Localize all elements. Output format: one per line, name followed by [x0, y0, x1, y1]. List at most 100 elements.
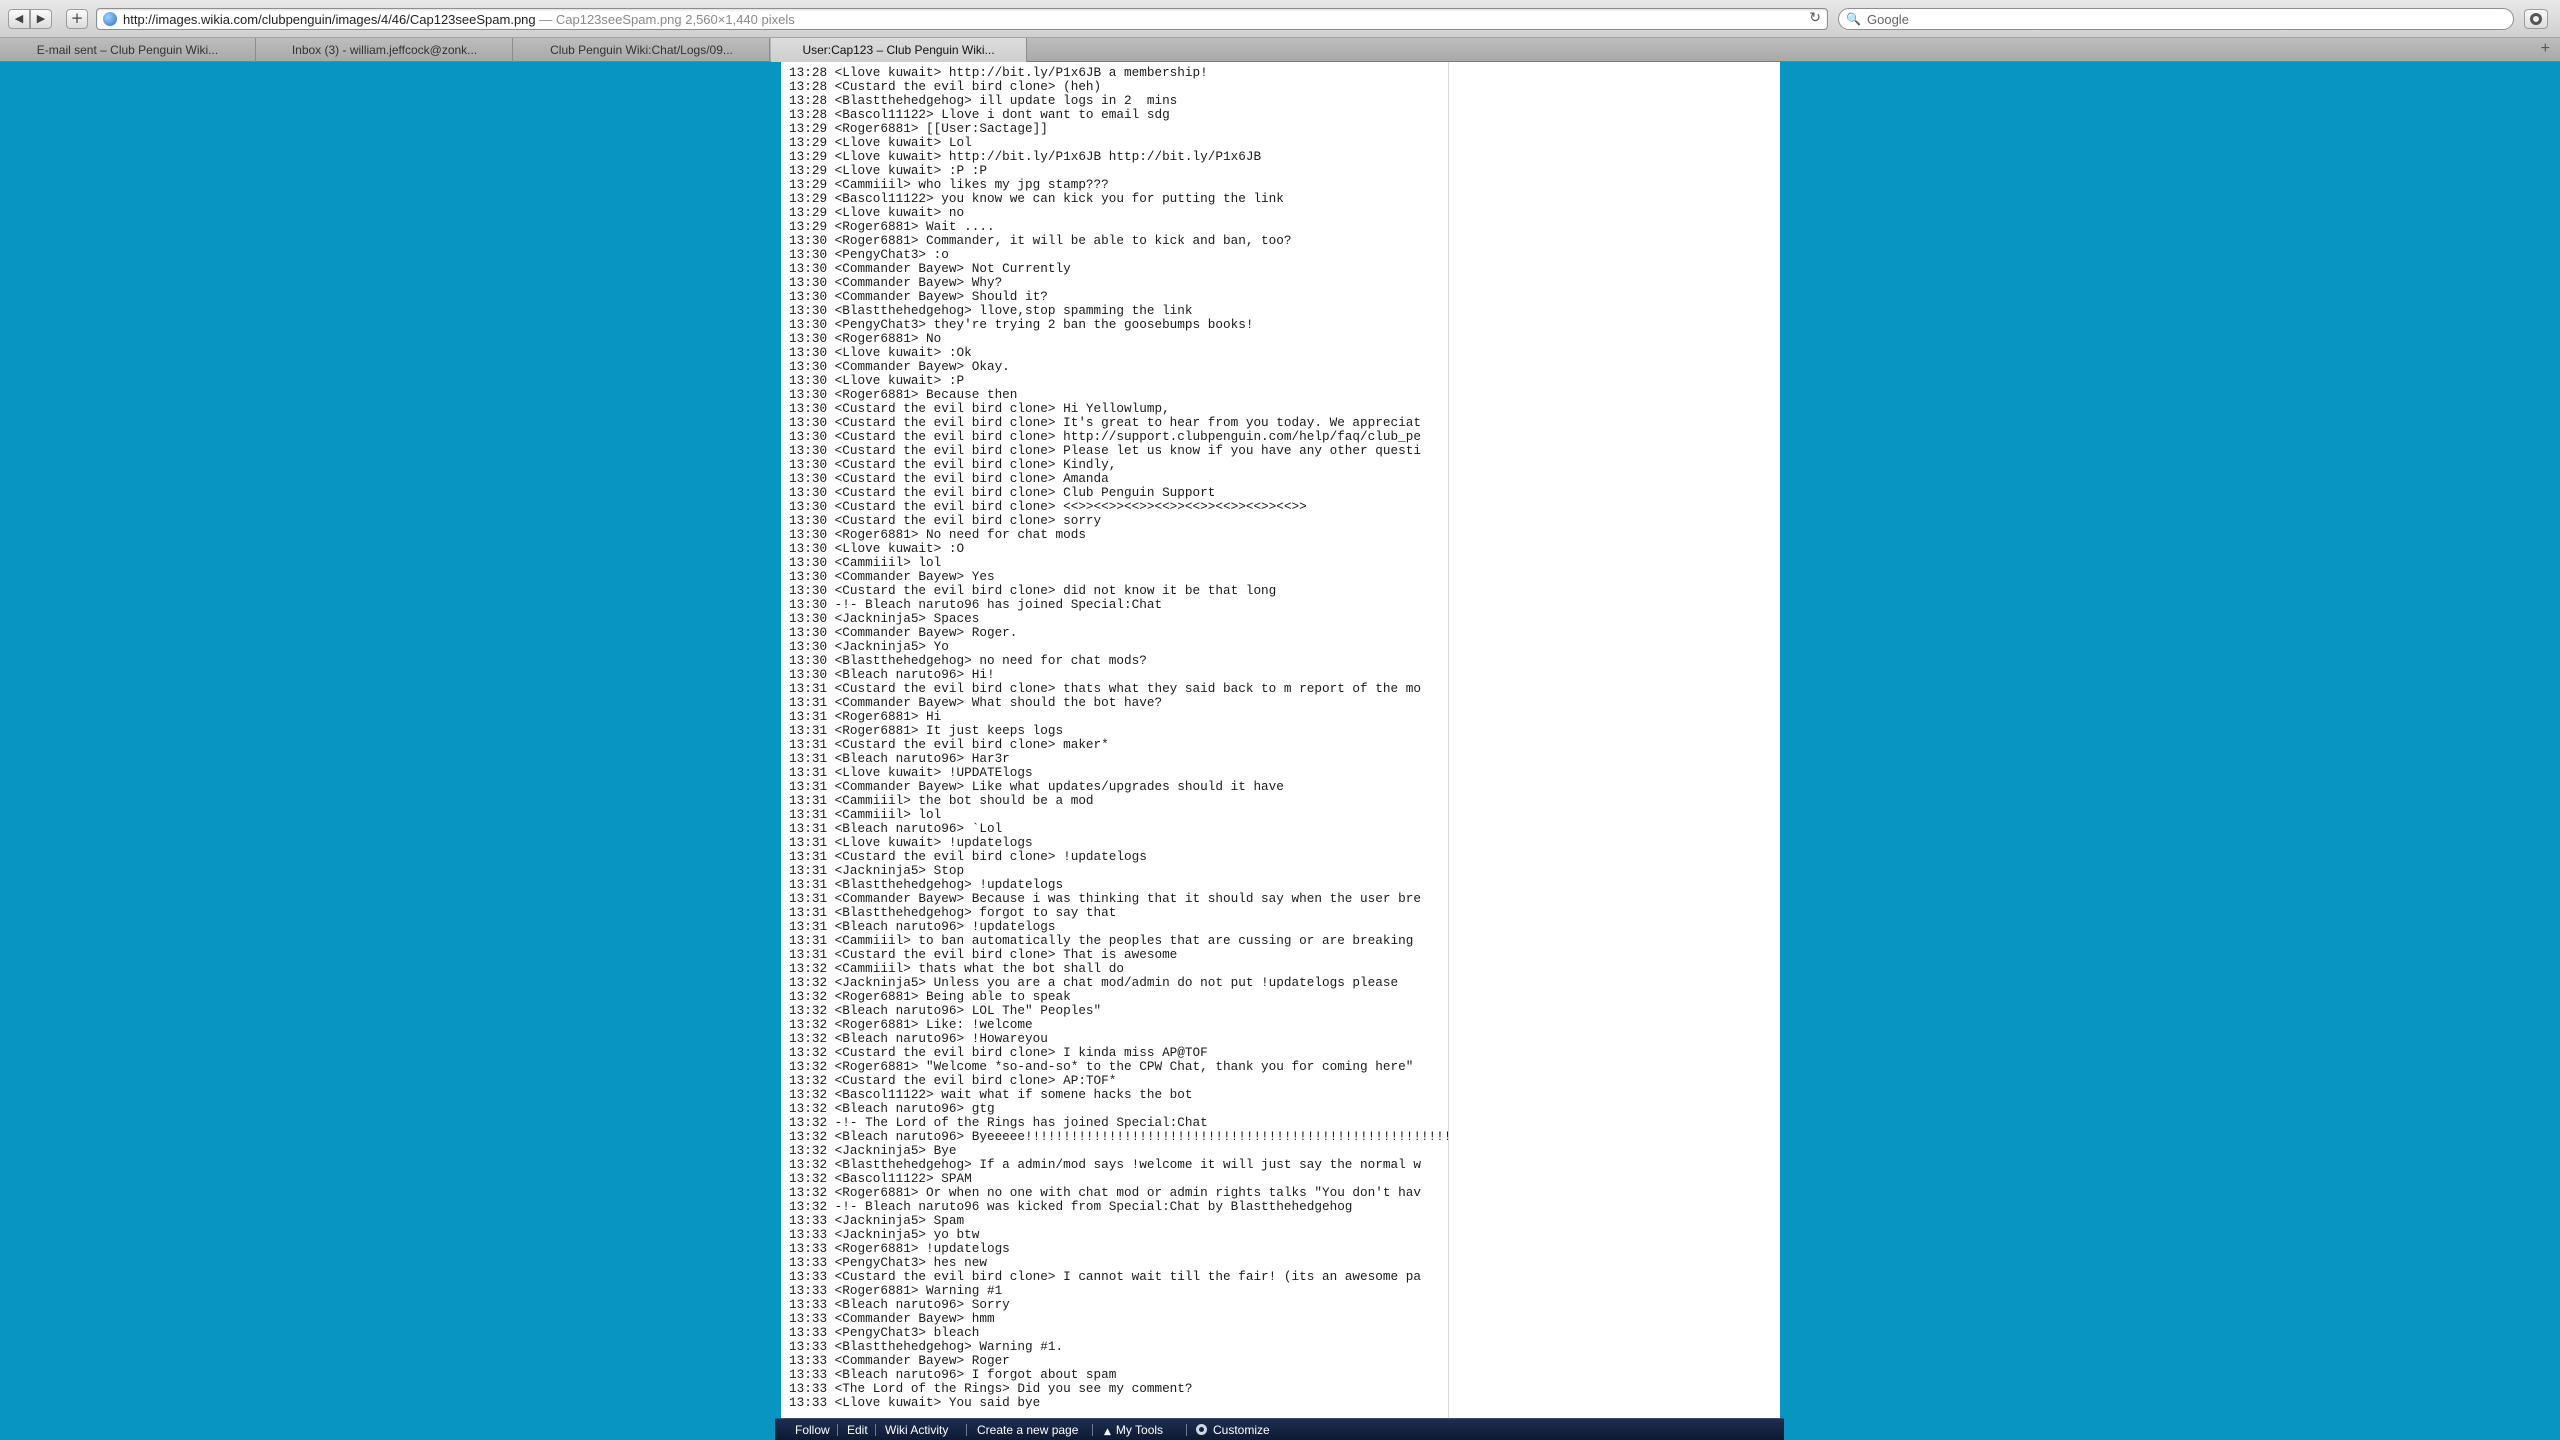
chat-log-line: 13:30 <Commander Bayew> Should it? — [789, 289, 1048, 304]
follow-link[interactable]: Follow — [795, 1419, 830, 1440]
chat-log-line: 13:30 <Llove kuwait> :P — [789, 373, 965, 388]
chat-log-line: 13:30 <Commander Bayew> Yes — [789, 569, 995, 584]
chat-log-line: 13:29 <Llove kuwait> :P :P — [789, 163, 987, 178]
chat-log-line: 13:30 <Bleach naruto96> Hi! — [789, 667, 995, 682]
chat-log-line: 13:30 <Commander Bayew> Why? — [789, 275, 1003, 290]
chat-log-line: 13:30 <Cammiiil> lol — [789, 555, 942, 570]
chat-log-line: 13:30 <Commander Bayew> Not Currently — [789, 261, 1071, 276]
back-button[interactable]: ◀ — [8, 9, 30, 29]
tab-add-icon[interactable]: + — [2541, 40, 2550, 58]
edit-link[interactable]: Edit — [847, 1419, 868, 1440]
chat-log-line: 13:32 <Bascol11122> wait what if somene … — [789, 1087, 1193, 1102]
chat-log-line: 13:33 <Roger6881> !updatelogs — [789, 1241, 1010, 1256]
chat-log-line: 13:31 <Blastthehedgehog> !updatelogs — [789, 877, 1064, 892]
chat-log-line: 13:31 <Roger6881> Hi — [789, 709, 942, 724]
chat-log-line: 13:29 <Bascol11122> you know we can kick… — [789, 191, 1284, 206]
chat-log-line: 13:30 <Blastthehedgehog> llove,stop spam… — [789, 303, 1193, 318]
chat-log-line: 13:31 <Custard the evil bird clone> make… — [789, 737, 1109, 752]
chat-log-line: 13:33 <PengyChat3> hes new — [789, 1255, 987, 1270]
chat-log-line: 13:31 <Custard the evil bird clone> !upd… — [789, 849, 1147, 864]
my-tools-label: My Tools — [1115, 1423, 1164, 1437]
search-icon: 🔍 — [1846, 12, 1861, 26]
chat-log-line: 13:30 <Jackninja5> Yo — [789, 639, 949, 654]
chat-log-line: 13:32 <Custard the evil bird clone> AP:T… — [789, 1073, 1117, 1088]
chat-log-line: 13:32 <Bleach naruto96> LOL The" Peoples… — [789, 1003, 1102, 1018]
wiki-activity-link[interactable]: Wiki Activity — [885, 1419, 948, 1440]
chat-log-line: 13:32 <Cammiiil> thats what the bot shal… — [789, 961, 1125, 976]
chat-log-line: 13:29 <Llove kuwait> no — [789, 205, 965, 220]
chat-log-line: 13:28 <Llove kuwait> http://bit.ly/P1x6J… — [789, 65, 1208, 80]
chat-log-line: 13:30 <Custard the evil bird clone> http… — [789, 429, 1421, 444]
chat-log-line: 13:33 <Llove kuwait> You said bye — [789, 1395, 1041, 1410]
tab-chat-logs[interactable]: Club Penguin Wiki:Chat/Logs/09... — [514, 38, 770, 62]
gear-icon — [1196, 1424, 1207, 1435]
chat-log-line: 13:30 -!- Bleach naruto96 has joined Spe… — [789, 597, 1163, 612]
chat-log-panel: 13:28 <Llove kuwait> !d13:28 <Llove kuwa… — [781, 62, 1449, 1418]
toolbar-divider — [837, 1424, 838, 1436]
tab-inbox[interactable]: Inbox (3) - william.jeffcock@zonk... — [257, 38, 513, 62]
chat-log-line: 13:31 <Blastthehedgehog> forgot to say t… — [789, 905, 1117, 920]
toolbar-divider — [1186, 1424, 1187, 1436]
chat-log-line: 13:30 <Llove kuwait> :Ok — [789, 345, 972, 360]
chat-log-line: 13:32 -!- The Lord of the Rings has join… — [789, 1115, 1208, 1130]
chat-log: 13:28 <Llove kuwait> !d13:28 <Llove kuwa… — [789, 62, 1448, 1410]
chat-log-line: 13:30 <Custard the evil bird clone> Aman… — [789, 471, 1109, 486]
chat-log-line: 13:33 <Roger6881> Warning #1 — [789, 1283, 1003, 1298]
chat-log-line: 13:30 <PengyChat3> :o — [789, 247, 949, 262]
url-page-title: — Cap123seeSpam.png 2,560×1,440 pixels — [535, 12, 795, 27]
chat-log-line: 13:32 <Bleach naruto96> !Howareyou — [789, 1031, 1048, 1046]
image-viewport: 13:28 <Llove kuwait> !d13:28 <Llove kuwa… — [781, 62, 1780, 1418]
chat-log-line: 13:29 <Llove kuwait> Lol — [789, 135, 972, 150]
chat-log-line: 13:31 <Llove kuwait> !updatelogs — [789, 835, 1033, 850]
chat-log-line: 13:31 <Bleach naruto96> `Lol — [789, 821, 1003, 836]
chat-log-line: 13:33 <Bleach naruto96> I forgot about s… — [789, 1367, 1117, 1382]
chat-log-line: 13:31 <Custard the evil bird clone> that… — [789, 681, 1421, 696]
chat-log-line: 13:32 <Blastthehedgehog> If a admin/mod … — [789, 1157, 1421, 1172]
new-tab-button[interactable]: + — [66, 9, 88, 29]
chat-log-line: 13:31 <Commander Bayew> What should the … — [789, 695, 1163, 710]
chat-log-line: 13:33 <Commander Bayew> hmm — [789, 1311, 995, 1326]
create-page-link[interactable]: Create a new page — [977, 1419, 1078, 1440]
chat-log-line: 13:33 <Bleach naruto96> Sorry — [789, 1297, 1010, 1312]
chat-log-line: 13:33 <Jackninja5> Spam — [789, 1213, 965, 1228]
chat-log-line: 13:30 <Jackninja5> Spaces — [789, 611, 980, 626]
browser-toolbar: ◀ ▶ + http://images.wikia.com/clubpengui… — [0, 0, 2560, 38]
chat-log-line: 13:31 <Jackninja5> Stop — [789, 863, 965, 878]
chat-log-line: 13:32 -!- Bleach naruto96 was kicked fro… — [789, 1199, 1353, 1214]
caret-up-icon: ▲ — [1104, 1427, 1111, 1437]
chat-log-line: 13:30 <Roger6881> No need for chat mods — [789, 527, 1086, 542]
chat-log-line: 13:30 <Blastthehedgehog> no need for cha… — [789, 653, 1147, 668]
chat-log-line: 13:30 <Roger6881> No — [789, 331, 942, 346]
search-placeholder: Google — [1867, 12, 1909, 27]
forward-button[interactable]: ▶ — [30, 9, 52, 29]
chat-log-line: 13:29 <Roger6881> [[User:Sactage]] — [789, 121, 1048, 136]
chat-log-line: 13:33 <Blastthehedgehog> Warning #1. — [789, 1339, 1064, 1354]
chat-log-line: 13:30 <Custard the evil bird clone> did … — [789, 583, 1277, 598]
customize-button[interactable]: Customize — [1196, 1419, 1270, 1440]
chat-log-line: 13:33 <The Lord of the Rings> Did you se… — [789, 1381, 1193, 1396]
chat-log-line: 13:30 <Commander Bayew> Roger. — [789, 625, 1018, 640]
toolbar-divider — [966, 1424, 967, 1436]
plus-icon: + — [70, 9, 84, 27]
chat-log-line: 13:29 <Cammiiil> who likes my jpg stamp?… — [789, 177, 1109, 192]
url-value: http://images.wikia.com/clubpenguin/imag… — [123, 12, 536, 27]
chat-log-line: 13:30 <Custard the evil bird clone> <<>>… — [789, 499, 1307, 514]
tab-user-cap123[interactable]: User:Cap123 – Club Penguin Wiki... — [771, 38, 1027, 62]
chat-log-line: 13:28 <Bascol11122> Llove i dont want to… — [789, 107, 1170, 122]
reload-icon[interactable]: ↻ — [1809, 10, 1821, 26]
preferences-button[interactable] — [2524, 9, 2548, 29]
chat-log-line: 13:28 <Custard the evil bird clone> (heh… — [789, 79, 1102, 94]
chat-log-line: 13:30 <Roger6881> Because then — [789, 387, 1018, 402]
chat-log-line: 13:29 <Llove kuwait> http://bit.ly/P1x6J… — [789, 149, 1262, 164]
chat-log-line: 13:30 <Custard the evil bird clone> sorr… — [789, 513, 1102, 528]
chat-log-line: 13:31 <Cammiiil> the bot should be a mod — [789, 793, 1094, 808]
chat-log-line: 13:29 <Roger6881> Wait .... — [789, 219, 995, 234]
chat-log-line: 13:31 <Cammiiil> to ban automatically th… — [789, 933, 1414, 948]
search-bar[interactable]: 🔍 Google — [1838, 8, 2514, 30]
chat-log-line: 13:32 <Roger6881> Like: !welcome — [789, 1017, 1033, 1032]
chat-log-line: 13:30 <Llove kuwait> :O — [789, 541, 965, 556]
my-tools-menu[interactable]: ▲ My Tools — [1104, 1419, 1163, 1440]
tab-email-sent[interactable]: E-mail sent – Club Penguin Wiki... — [0, 38, 256, 62]
address-bar[interactable]: http://images.wikia.com/clubpenguin/imag… — [96, 8, 1828, 30]
chat-log-line: 13:30 <Commander Bayew> Okay. — [789, 359, 1010, 374]
